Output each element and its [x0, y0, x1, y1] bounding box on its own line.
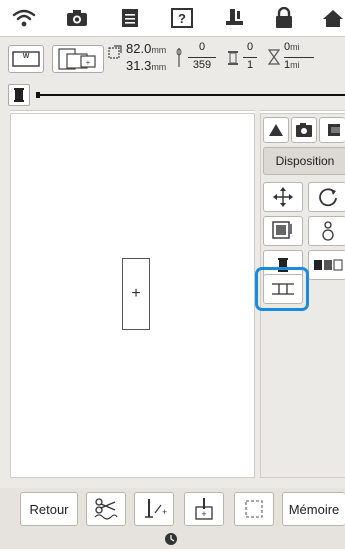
jump-stitch-trim-button[interactable] — [86, 492, 126, 526]
thread-spool-icon — [227, 50, 239, 71]
design-width-value: 82.0 — [126, 41, 152, 56]
multi-color-button[interactable] — [308, 250, 345, 280]
embroidery-frame-button[interactable]: W — [8, 45, 44, 73]
camera-icon[interactable] — [65, 6, 89, 30]
presser-foot-icon[interactable] — [222, 6, 246, 30]
bottom-margin — [0, 478, 345, 488]
alignment-button[interactable] — [308, 216, 345, 246]
stitch-count-total: 359 — [192, 59, 212, 71]
border-stitch-button[interactable] — [263, 274, 303, 304]
info-bar: W + 82.0mm 31.3mm 0 359 0 1 0mi 1mi — [0, 36, 345, 82]
hourglass-icon — [267, 49, 281, 70]
tab-disposition[interactable]: Disposition — [263, 147, 345, 175]
design-width: 82.0mm — [126, 41, 166, 56]
thread-color-button[interactable] — [8, 84, 30, 106]
basting-button[interactable]: + — [134, 492, 174, 526]
bottom-toolbar: Retour + + Mémoire — [0, 488, 345, 549]
time-total: 1mi — [284, 59, 300, 71]
embroidery-design-outline[interactable]: + — [122, 258, 150, 330]
design-height: 31.3mm — [126, 58, 166, 73]
time-total-unit: mi — [290, 60, 300, 70]
status-bar: ? — [0, 0, 345, 36]
move-button[interactable] — [263, 182, 303, 212]
scan-camera-button[interactable] — [291, 117, 317, 143]
edit-panel: Disposition — [255, 113, 345, 478]
left-margin — [0, 110, 10, 480]
width-unit: mm — [151, 45, 167, 55]
home-icon[interactable] — [321, 6, 345, 30]
time-fraction-line — [284, 57, 314, 58]
size-button[interactable] — [263, 216, 303, 246]
stitch-count-current: 0 — [198, 41, 206, 53]
thread-color-line — [38, 94, 345, 96]
height-unit: mm — [151, 62, 167, 72]
size-icon — [108, 45, 122, 64]
clock-icon — [164, 532, 178, 551]
time-current-unit: mi — [290, 42, 300, 52]
memory-button[interactable]: Mémoire — [282, 492, 345, 526]
svg-text:W: W — [23, 53, 30, 60]
help-icon[interactable]: ? — [170, 6, 194, 30]
trial-button[interactable] — [234, 492, 274, 526]
wifi-icon[interactable] — [12, 6, 36, 30]
svg-text:+: + — [201, 509, 206, 519]
design-center-mark: + — [131, 285, 141, 302]
svg-text:+: + — [162, 507, 167, 517]
color-count-total: 1 — [246, 59, 254, 71]
lock-icon[interactable] — [272, 6, 296, 30]
rotate-button[interactable] — [308, 182, 345, 212]
edit-mode-button[interactable] — [263, 117, 289, 143]
time-current: 0mi — [284, 41, 300, 53]
color-fraction-line — [243, 57, 257, 58]
document-icon[interactable] — [118, 6, 142, 30]
color-count-current: 0 — [246, 41, 254, 53]
starting-point-button[interactable]: + — [184, 492, 224, 526]
frame-display-button[interactable]: + — [52, 45, 104, 73]
needle-icon — [174, 47, 184, 74]
frame-view-button[interactable] — [319, 117, 345, 143]
thread-color-bar — [0, 80, 345, 111]
design-height-value: 31.3 — [126, 58, 152, 73]
stitch-fraction-line — [188, 57, 216, 58]
svg-text:+: + — [86, 58, 91, 67]
svg-text:?: ? — [178, 11, 186, 26]
thread-color-start-marker — [36, 92, 40, 98]
back-button[interactable]: Retour — [20, 492, 78, 526]
